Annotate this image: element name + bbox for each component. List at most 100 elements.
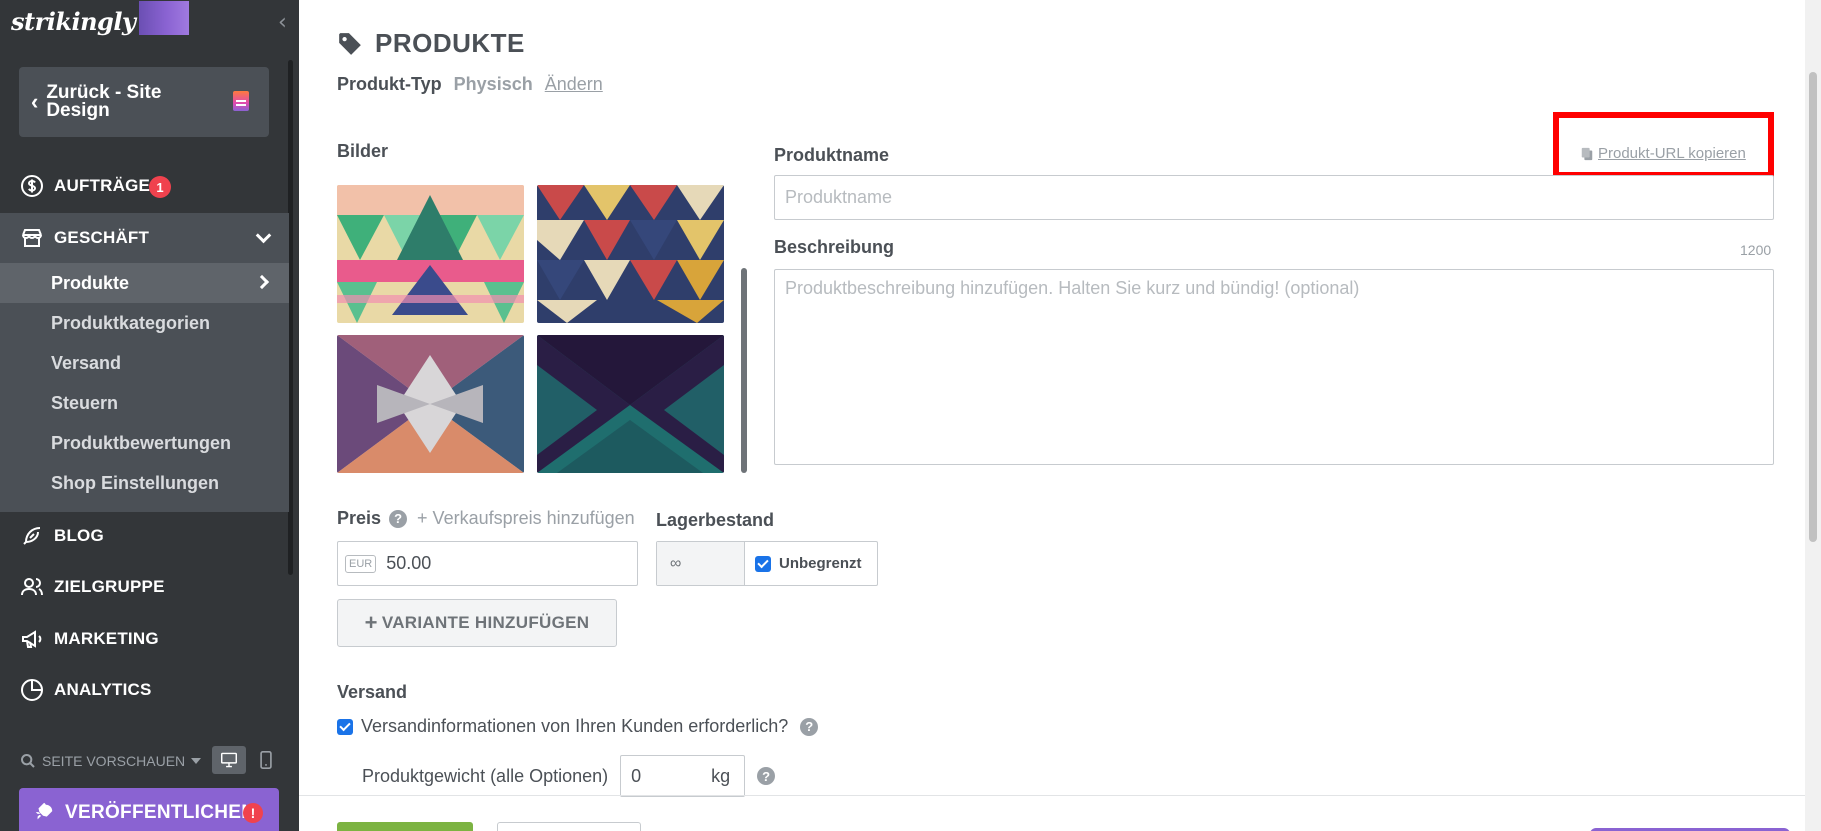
sidebar-item-label: ANALYTICS [54, 680, 152, 699]
sidebar-item-label: BLOG [54, 526, 104, 545]
product-name-input[interactable] [774, 175, 1774, 220]
sidebar-subitem-taxes[interactable]: Steuern [0, 383, 289, 423]
product-image-thumbnail[interactable] [537, 185, 724, 323]
product-image-thumbnail[interactable] [537, 335, 724, 473]
price-label: Preis [337, 508, 382, 528]
price-field: EUR [337, 541, 638, 586]
help-icon[interactable]: ? [800, 717, 819, 736]
rocket-icon [35, 802, 53, 820]
preview-site-control[interactable]: SEITE VORSCHAUEN [20, 746, 280, 776]
checkbox-checked-icon [337, 718, 353, 735]
product-image [337, 335, 524, 473]
desktop-icon [221, 752, 237, 768]
sidebar-item-orders[interactable]: AUFTRÄGE 1 [0, 161, 289, 211]
sidebar-item-marketing[interactable]: MARKETING [0, 614, 289, 664]
back-button-label: Zurück - Site Design [46, 82, 162, 121]
price-header: Preis ? + Verkaufspreis hinzufügen [337, 508, 635, 529]
mobile-icon [260, 751, 272, 769]
weight-unit: kg [711, 765, 731, 786]
product-weight-label: Produktgewicht (alle Optionen) [362, 765, 609, 786]
change-product-type-link[interactable]: Ändern [545, 74, 603, 95]
description-char-count: 1200 [1740, 242, 1772, 258]
submenu-label: Produktkategorien [51, 312, 211, 333]
pie-chart-icon [21, 679, 43, 701]
submenu-label: Shop Einstellungen [51, 472, 220, 493]
sidebar-subitem-shop-settings[interactable]: Shop Einstellungen [0, 463, 289, 503]
unlimited-label: Unbegrenzt [779, 555, 862, 572]
product-type-value: Physisch [453, 74, 533, 94]
require-shipping-info-checkbox[interactable]: Versandinformationen von Ihren Kunden er… [337, 716, 819, 737]
sidebar-item-label: AUFTRÄGE [54, 176, 151, 195]
images-label: Bilder [337, 141, 389, 161]
sidebar-item-label: MARKETING [54, 629, 159, 648]
help-icon[interactable]: ? [757, 767, 776, 785]
page-document-icon [233, 91, 249, 111]
stock-input[interactable]: ∞ [657, 542, 745, 585]
search-icon [21, 754, 35, 768]
description-textarea[interactable] [774, 269, 1774, 465]
save-button[interactable] [337, 822, 473, 831]
product-image-thumbnail[interactable] [337, 185, 524, 323]
page-title: PRODUKTE [375, 28, 525, 58]
highlight-annotation [1553, 112, 1774, 178]
stock-label: Lagerbestand [656, 510, 775, 530]
publish-button[interactable]: VERÖFFENTLICHEN ! [19, 788, 279, 831]
sidebar-item-label: ZIELGRUPPE [54, 577, 165, 596]
product-name-label: Produktname [774, 145, 890, 165]
back-to-site-design-button[interactable]: ‹ Zurück - Site Design [19, 67, 269, 137]
store-submenu: Produkte Produktkategorien Versand Steue… [0, 263, 289, 512]
product-weight-row: Produktgewicht (alle Optionen) kg ? [362, 755, 776, 797]
megaphone-icon [22, 630, 42, 648]
sidebar-item-blog[interactable]: BLOG [0, 511, 289, 561]
description-label: Beschreibung [774, 237, 895, 257]
caret-down-icon [191, 758, 202, 764]
sidebar-subitem-product-reviews[interactable]: Produktbewertungen [0, 423, 289, 463]
mobile-preview-button[interactable] [252, 746, 280, 774]
orders-count-badge: 1 [149, 176, 171, 198]
alert-icon: ! [243, 803, 263, 823]
sidebar: strikingly ‹ ‹ Zurück - Site Design AUFT… [0, 0, 299, 831]
product-image [537, 335, 724, 473]
desktop-preview-button[interactable] [212, 746, 246, 774]
page-scroll-thumb[interactable] [1809, 72, 1817, 542]
sidebar-subitem-shipping[interactable]: Versand [0, 343, 289, 383]
require-shipping-label: Versandinformationen von Ihren Kunden er… [361, 716, 789, 736]
add-sale-price-link[interactable]: + Verkaufspreis hinzufügen [417, 508, 635, 529]
weight-input[interactable] [631, 765, 692, 787]
checkbox-checked-icon [755, 555, 771, 572]
product-type-row: Produkt-Typ Physisch Ändern [337, 74, 603, 95]
logo-mark [139, 1, 190, 35]
help-icon[interactable]: ? [389, 509, 408, 528]
sidebar-subitem-products[interactable]: Produkte [0, 263, 289, 303]
product-type-label: Produkt-Typ [337, 74, 442, 94]
page-scrollbar[interactable] [1805, 0, 1821, 831]
product-image-thumbnail[interactable] [337, 335, 524, 473]
submenu-label: Versand [51, 352, 122, 373]
store-icon [22, 229, 42, 247]
add-variant-label: VARIANTE HINZUFÜGEN [381, 613, 590, 632]
cancel-button[interactable] [497, 822, 641, 831]
images-scrollbar[interactable] [741, 268, 747, 473]
sidebar-item-analytics[interactable]: ANALYTICS [0, 665, 289, 715]
chevron-left-icon: ‹ [31, 89, 39, 114]
logo-text: strikingly [11, 6, 136, 36]
dollar-circle-icon [21, 175, 43, 197]
add-variant-button[interactable]: + VARIANTE HINZUFÜGEN [337, 599, 617, 647]
unlimited-stock-checkbox[interactable]: Unbegrenzt [745, 542, 862, 585]
sidebar-item-store[interactable]: GESCHÄFT [0, 213, 289, 263]
chevron-right-icon [254, 274, 270, 290]
chevron-down-icon [255, 227, 272, 244]
preview-site-label: SEITE VORSCHAUEN [42, 753, 186, 769]
product-image [537, 185, 724, 323]
stock-field: ∞ Unbegrenzt [656, 541, 878, 586]
sidebar-item-audience[interactable]: ZIELGRUPPE [0, 562, 289, 612]
submenu-label: Steuern [51, 392, 119, 413]
weight-field: kg [620, 755, 746, 797]
sidebar-subitem-product-categories[interactable]: Produktkategorien [0, 303, 289, 343]
plus-icon: + [364, 610, 378, 635]
page-header: PRODUKTE [337, 28, 525, 59]
price-input[interactable] [386, 553, 627, 574]
sidebar-item-label: GESCHÄFT [54, 228, 150, 247]
collapse-sidebar-icon[interactable]: ‹ [278, 12, 287, 34]
logo[interactable]: strikingly [11, 1, 190, 36]
